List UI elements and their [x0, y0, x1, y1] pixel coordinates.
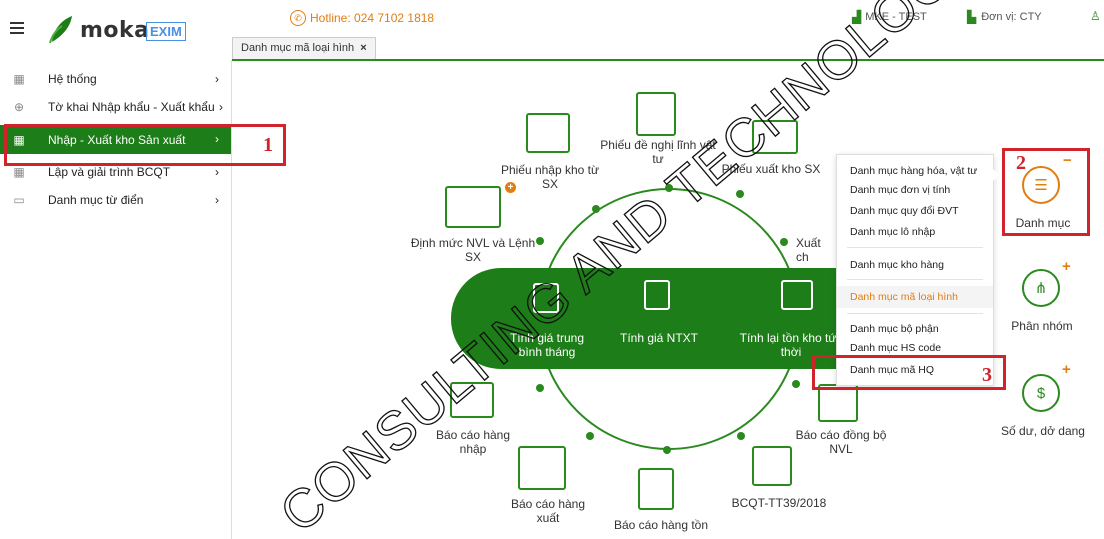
chevron-right-icon: › — [215, 193, 219, 207]
logo-area: moka EXIM — [0, 0, 232, 60]
annotation-number-1: 1 — [263, 134, 273, 156]
unit-switch[interactable]: ▙ Đơn vị: CTY — [967, 10, 1042, 24]
system-icon: ▦ — [13, 72, 25, 86]
right-item-so-du[interactable]: Số dư, dở dang — [993, 424, 1093, 438]
coin-hand-icon[interactable]: $ — [1022, 374, 1060, 412]
node-bcqt[interactable]: BCQT-TT39/2018 — [724, 496, 834, 510]
circle-dot — [536, 384, 544, 392]
logo-badge: EXIM — [146, 22, 186, 41]
topbar: ✆ Hotline: 024 7102 1818 ▟ MKE - TEST ▙ … — [232, 0, 1104, 35]
circle-dot — [665, 184, 673, 192]
danh-muc-dropdown: Danh mục hàng hóa, vật tư Danh mục đơn v… — [836, 154, 999, 386]
menu-divider — [847, 279, 983, 280]
calculator-doc-icon — [644, 280, 670, 310]
hierarchy-icon[interactable]: ⋔ — [1022, 269, 1060, 307]
account-switch[interactable]: ▟ MKE - TEST — [852, 10, 927, 24]
menu-item-hang-hoa-vat-tu[interactable]: Danh mục hàng hóa, vật tư — [837, 163, 993, 179]
circle-dot — [536, 237, 544, 245]
logo-text: moka — [80, 18, 150, 43]
circle-dot — [792, 380, 800, 388]
right-item-phan-nhom[interactable]: Phân nhóm — [992, 319, 1092, 333]
document-list-icon — [636, 92, 676, 136]
menu-item-kho-hang[interactable]: Danh mục kho hàng — [837, 257, 993, 273]
document-stamp-icon — [752, 446, 792, 486]
expand-icon[interactable]: + — [1062, 361, 1071, 378]
node-xuat-ch[interactable]: Xuất ch — [796, 236, 836, 264]
node-bao-cao-dong-bo[interactable]: Báo cáo đồng bộ NVL — [786, 428, 896, 456]
warehouse-goods-icon — [518, 446, 566, 490]
sidebar-item-label: Tờ khai Nhập khẩu - Xuất khẩu — [48, 100, 215, 114]
expand-icon[interactable]: + — [1062, 258, 1071, 275]
circle-dot — [736, 190, 744, 198]
report-icon: ▦ — [13, 165, 25, 179]
menu-item-ma-loai-hinh[interactable]: Danh mục mã loại hình — [837, 286, 993, 308]
menu-icon[interactable] — [10, 22, 24, 34]
calculator-doc-icon — [533, 283, 559, 313]
circle-dot — [737, 432, 745, 440]
building-icon: ▙ — [967, 10, 977, 24]
sidebar-item-danh-muc-tu-dien[interactable]: ▭ Danh mục từ điển › — [0, 186, 231, 214]
stacked-boxes-icon — [638, 468, 674, 510]
chevron-right-icon: › — [215, 165, 219, 179]
menu-divider — [847, 313, 983, 314]
building-icon: ▟ — [852, 10, 862, 24]
tab-underline — [232, 59, 1104, 61]
chevron-right-icon: › — [219, 100, 223, 114]
highlight-box-1 — [4, 124, 286, 166]
annotation-number-3: 3 — [982, 364, 992, 386]
close-icon[interactable]: × — [360, 42, 366, 54]
node-bao-cao-hang-ton[interactable]: Báo cáo hàng tồn — [606, 518, 716, 532]
account-text: MKE - TEST — [865, 11, 927, 23]
user-icon[interactable]: ♙ — [1090, 9, 1104, 23]
dictionary-icon: ▭ — [13, 193, 25, 207]
node-bao-cao-hang-xuat[interactable]: Báo cáo hàng xuất — [500, 497, 596, 525]
sidebar-item-he-thong[interactable]: ▦ Hệ thống › — [0, 65, 231, 93]
calculator-monitor-icon — [781, 280, 813, 310]
menu-item-quy-doi-dvt[interactable]: Danh mục quy đổi ĐVT — [837, 203, 993, 219]
right-item-danh-muc[interactable]: Danh mục — [993, 216, 1093, 230]
menu-item-lo-nhap[interactable]: Danh mục lô nhập — [837, 224, 993, 240]
hotline[interactable]: ✆ Hotline: 024 7102 1818 — [290, 10, 434, 26]
phone-icon: ✆ — [290, 10, 306, 26]
collapse-icon[interactable]: − — [1063, 152, 1072, 169]
sidebar-item-label: Hệ thống — [48, 72, 97, 86]
circle-dot — [663, 446, 671, 454]
warehouse-icon — [526, 113, 570, 153]
cart-boxes-icon — [752, 120, 798, 154]
menu-divider — [847, 247, 983, 248]
menu-item-don-vi-tinh[interactable]: Danh mục đơn vị tính — [837, 182, 993, 198]
tab-label: Danh mục mã loại hình — [241, 42, 355, 54]
tab-danh-muc-ma-loai-hinh[interactable]: Danh mục mã loại hình × — [232, 37, 376, 59]
leaf-logo-icon — [49, 16, 72, 44]
circle-dot — [592, 205, 600, 213]
node-phieu-nhap-kho[interactable]: Phiếu nhập kho từ SX — [494, 163, 606, 191]
menu-item-hs-code[interactable]: Danh mục HS code — [837, 340, 993, 356]
menu-item-bo-phan[interactable]: Danh mục bộ phận — [837, 321, 993, 337]
unit-text: Đơn vị: CTY — [981, 11, 1042, 23]
sidebar-item-label: Danh mục từ điển — [48, 193, 144, 207]
circle-dot — [780, 238, 788, 246]
chevron-right-icon: › — [215, 72, 219, 86]
annotation-number-2: 2 — [1016, 152, 1026, 174]
sidebar-item-label: Lập và giải trình BCQT — [48, 165, 171, 179]
workers-icon — [445, 186, 501, 228]
boxes-icon — [450, 382, 494, 418]
circle-dot — [586, 432, 594, 440]
band-item-tinh-gia-ntxt[interactable]: Tính giá NTXT — [609, 331, 709, 345]
band-item-tinh-gia-trung-binh[interactable]: Tính giá trung bình tháng — [497, 331, 597, 359]
checklist-icon[interactable]: ☰ — [1022, 166, 1060, 204]
sidebar-item-to-khai[interactable]: ⊕ Tờ khai Nhập khẩu - Xuất khẩu › — [0, 93, 231, 121]
hotline-text: Hotline: 024 7102 1818 — [310, 11, 435, 25]
node-phieu-de-nghi[interactable]: Phiếu đề nghị lĩnh vật tư — [600, 138, 716, 166]
highlight-box-3 — [812, 355, 1006, 390]
cart-icon: ⊕ — [13, 100, 25, 114]
node-phieu-xuat-kho[interactable]: Phiếu xuất kho SX — [716, 162, 826, 176]
node-bao-cao-hang-nhap[interactable]: Báo cáo hàng nhập — [428, 428, 518, 456]
node-dinh-muc[interactable]: Định mức NVL và Lệnh SX — [410, 236, 536, 264]
